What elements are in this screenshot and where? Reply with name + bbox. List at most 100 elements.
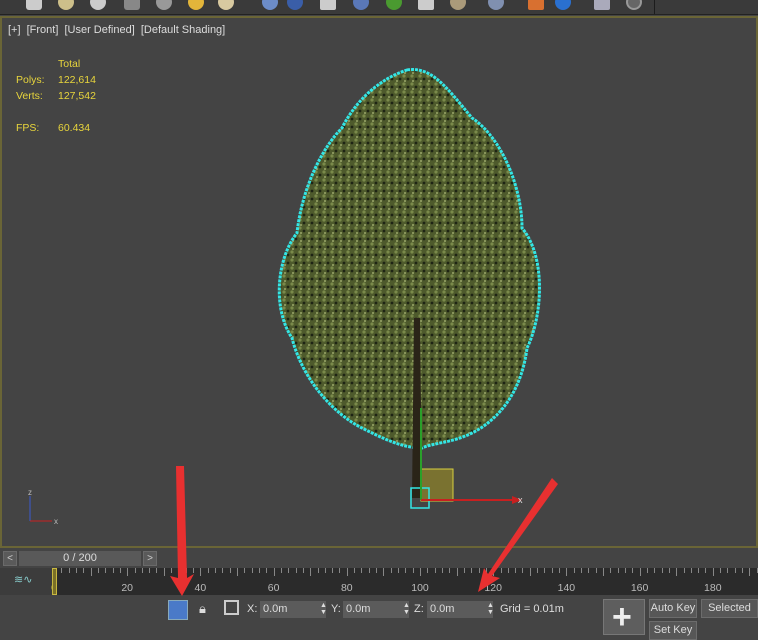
ruler-tick xyxy=(420,568,421,576)
svg-text:z: z xyxy=(28,488,32,497)
ruler-tick xyxy=(61,568,63,573)
ruler-tick-label: 60 xyxy=(267,582,280,594)
ruler-tick-label: 160 xyxy=(630,582,649,594)
prev-frame-button[interactable]: < xyxy=(3,551,17,566)
grid-size: Grid = 0.01m xyxy=(500,603,564,615)
ruler-tick xyxy=(127,568,129,576)
z-label: Z: xyxy=(414,603,424,615)
ruler-tick xyxy=(288,568,290,573)
ruler-tick xyxy=(427,568,429,573)
tree-model[interactable]: x z x xyxy=(2,18,756,546)
viewport-front[interactable]: [+] [Front] [User Defined] [Default Shad… xyxy=(0,16,758,548)
main-toolbar xyxy=(0,0,758,15)
ruler-tick xyxy=(712,568,714,576)
ruler-tick xyxy=(368,568,370,573)
ruler-tick xyxy=(317,568,319,573)
ruler-tick xyxy=(485,568,487,573)
curve-editor-icon[interactable]: ≋∿ xyxy=(14,573,32,586)
ruler-tick xyxy=(178,568,180,573)
ruler-tick xyxy=(654,568,656,573)
ruler-tick xyxy=(324,568,326,573)
z-coordinate-input[interactable]: 0.0m xyxy=(427,601,493,618)
ruler-tick xyxy=(595,568,597,573)
ruler-tick xyxy=(244,568,246,573)
ruler-tick xyxy=(441,568,443,573)
selection-lock-toggle-icon[interactable] xyxy=(168,600,188,620)
ruler-tick-label: 20 xyxy=(121,582,134,594)
ruler-tick xyxy=(141,568,143,573)
ruler-tick xyxy=(229,568,231,573)
ruler-tick xyxy=(75,568,77,573)
ruler-tick-label: 40 xyxy=(194,582,207,594)
ruler-tick xyxy=(434,568,436,573)
ruler-tick xyxy=(559,568,561,573)
ruler-tick xyxy=(112,568,114,573)
ruler-tick xyxy=(310,568,312,576)
frame-slider-thumb[interactable]: 0 / 200 xyxy=(19,551,141,566)
ruler-tick xyxy=(478,568,480,573)
ruler-tick xyxy=(610,568,612,573)
ruler-tick xyxy=(449,568,451,573)
ruler-tick xyxy=(522,568,524,573)
ruler-tick xyxy=(119,568,121,573)
ruler-tick xyxy=(251,568,253,573)
ruler-tick xyxy=(207,568,209,573)
ruler-tick xyxy=(727,568,729,573)
toolbar-divider xyxy=(0,0,655,14)
auto-key-button[interactable]: Auto Key xyxy=(649,599,697,618)
selected-dropdown[interactable]: Selected xyxy=(701,599,758,618)
ruler-tick xyxy=(698,568,700,573)
track-bar[interactable]: ≋∿ 020406080100120140160180 xyxy=(0,568,758,595)
ruler-tick xyxy=(617,568,619,573)
ruler-tick xyxy=(398,568,400,573)
ruler-tick-label: 100 xyxy=(411,582,429,594)
svg-text:x: x xyxy=(518,495,523,505)
ruler-tick xyxy=(149,568,151,573)
ruler-tick xyxy=(690,568,692,573)
ruler-tick xyxy=(566,568,568,576)
ruler-tick xyxy=(588,568,590,573)
next-frame-button[interactable]: > xyxy=(143,551,157,566)
tree-canopy xyxy=(277,68,541,450)
x-spinner[interactable]: ▲ ▼ xyxy=(320,602,327,616)
ruler-tick xyxy=(302,568,304,573)
ruler-tick xyxy=(346,568,348,576)
ruler-tick xyxy=(68,568,70,573)
ruler-tick xyxy=(163,568,165,576)
ruler-tick xyxy=(266,568,268,573)
ruler-tick xyxy=(222,568,224,573)
ruler-tick xyxy=(361,568,363,573)
lock-icon[interactable]: 🔒︎ xyxy=(199,601,206,617)
status-bar: 🔒︎ X: 0.0m ▲ ▼ Y: 0.0m ▲ ▼ Z: 0.0m ▲ ▼ Grid… xyxy=(0,595,758,640)
transform-mode-icon[interactable] xyxy=(224,600,239,615)
ruler-tick xyxy=(376,568,378,573)
y-label: Y: xyxy=(331,603,341,615)
ruler-tick xyxy=(544,568,546,573)
y-coordinate-input[interactable]: 0.0m xyxy=(343,601,409,618)
ruler-tick xyxy=(390,568,392,573)
ruler-tick xyxy=(105,568,107,573)
ruler-tick xyxy=(405,568,407,573)
ruler-tick xyxy=(171,568,173,573)
y-spinner[interactable]: ▲ ▼ xyxy=(403,602,410,616)
ruler-tick xyxy=(646,568,648,573)
ruler-tick xyxy=(463,568,465,573)
ruler-tick xyxy=(185,568,187,573)
current-frame-marker[interactable] xyxy=(52,568,57,595)
ruler-tick xyxy=(720,568,722,573)
ruler-tick xyxy=(90,568,92,576)
time-slider[interactable]: < 0 / 200 > xyxy=(0,549,758,568)
ruler-tick xyxy=(280,568,282,573)
pivot-box xyxy=(420,468,454,502)
set-key-button[interactable]: Set Key xyxy=(649,621,697,640)
ruler-tick xyxy=(200,568,202,576)
x-coordinate-input[interactable]: 0.0m xyxy=(260,601,326,618)
ruler-tick xyxy=(742,568,744,573)
z-spinner[interactable]: ▲ ▼ xyxy=(487,602,494,616)
ruler-tick xyxy=(215,568,217,573)
timeline-ruler[interactable]: 020406080100120140160180 xyxy=(51,568,758,595)
ruler-tick xyxy=(354,568,356,573)
ruler-tick xyxy=(193,568,195,573)
ruler-tick xyxy=(97,568,99,573)
ruler-tick xyxy=(500,568,502,573)
